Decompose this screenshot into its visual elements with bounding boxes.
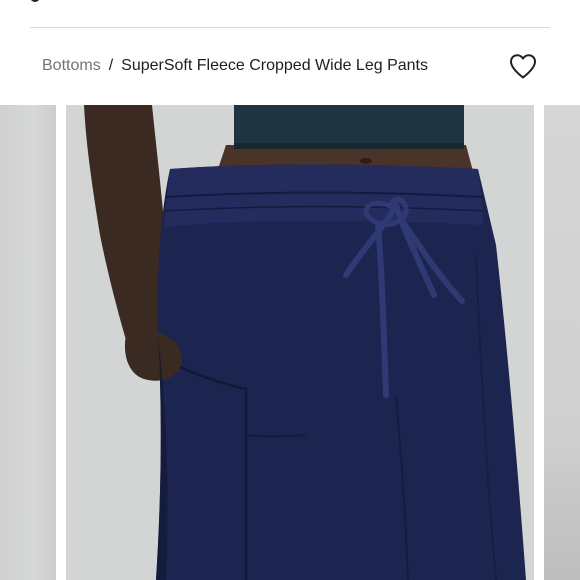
breadcrumb-link-bottoms[interactable]: Bottoms xyxy=(42,56,101,76)
header-fragment xyxy=(30,0,40,2)
wishlist-button[interactable] xyxy=(506,51,540,81)
gallery-main-image[interactable] xyxy=(66,105,534,580)
product-image-gallery[interactable] xyxy=(0,105,580,580)
header-divider xyxy=(30,27,550,28)
breadcrumb-current-product: SuperSoft Fleece Cropped Wide Leg Pants xyxy=(121,57,428,74)
gallery-prev-image[interactable] xyxy=(0,105,56,580)
pants xyxy=(156,164,526,580)
product-photo-illustration xyxy=(66,105,534,580)
top-header-strip xyxy=(0,0,580,27)
crop-top xyxy=(234,105,464,149)
breadcrumb: Bottoms / SuperSoft Fleece Cropped Wide … xyxy=(42,56,428,76)
gallery-next-image[interactable] xyxy=(544,105,580,580)
breadcrumb-separator: / xyxy=(108,57,114,74)
heart-outline-icon xyxy=(510,54,536,79)
